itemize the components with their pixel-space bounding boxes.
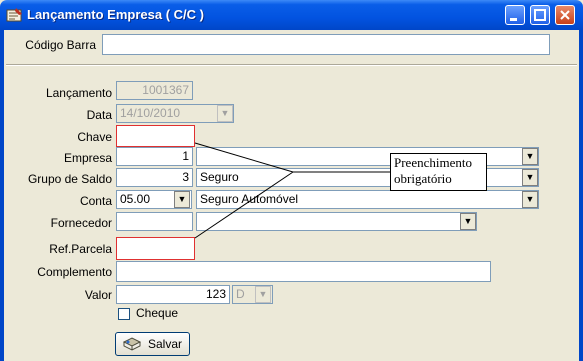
callout-line-1: Preenchimento — [394, 155, 472, 170]
callout-lines — [194, 142, 390, 239]
required-callout: Preenchimento obrigatório — [390, 153, 487, 191]
callout-line-2: obrigatório — [394, 171, 452, 186]
